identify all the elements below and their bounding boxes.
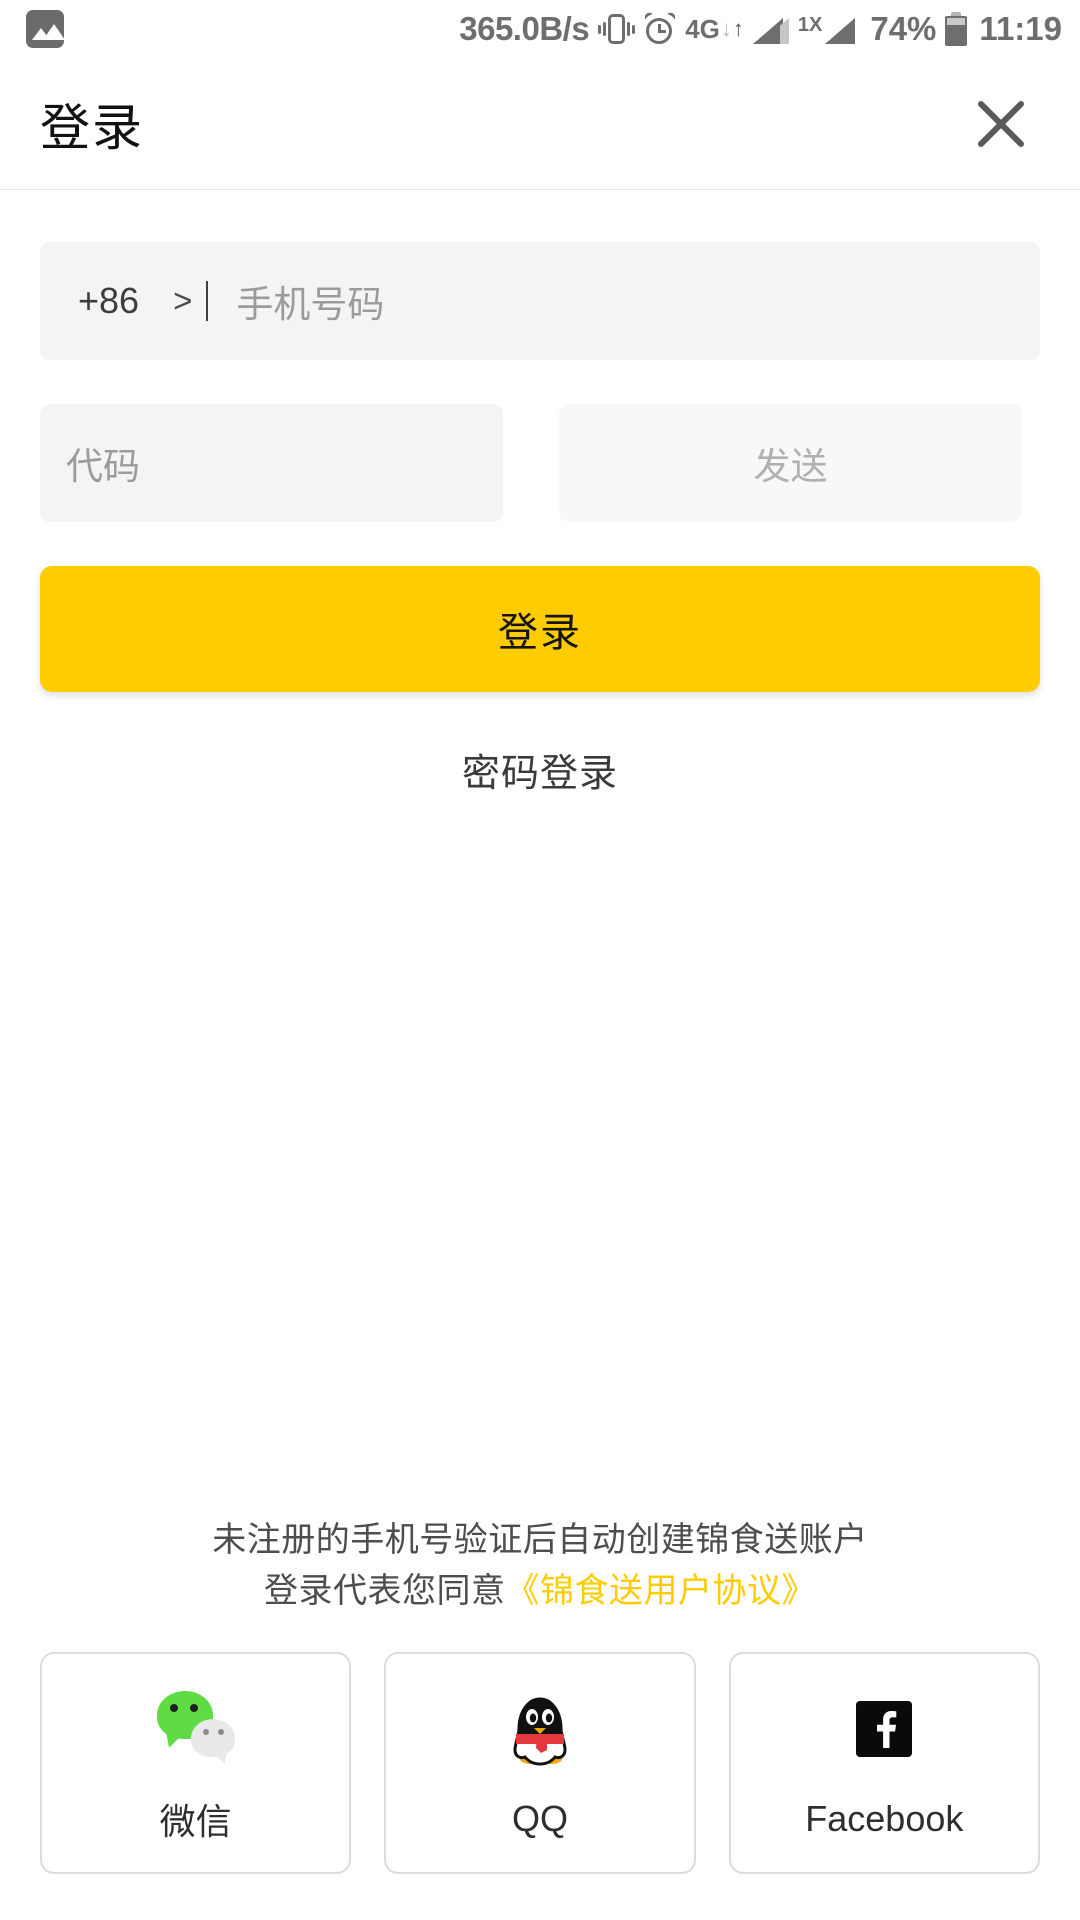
agreement-block: 未注册的手机号验证后自动创建锦食送账户 登录代表您同意《锦食送用户协议》 [40, 1515, 1040, 1618]
password-login-link[interactable]: 密码登录 [40, 742, 1040, 797]
wechat-icon-wrap [156, 1681, 235, 1767]
field-divider [206, 281, 209, 321]
chevron-right-icon[interactable]: > [173, 282, 192, 320]
verification-code-row: 代码 发送 [40, 404, 1040, 522]
social-login-row: 微信 QQ Facebook [40, 1652, 1040, 1874]
send-code-button[interactable]: 发送 [559, 404, 1022, 522]
agreement-prefix: 登录代表您同意 [264, 1572, 506, 1611]
code-field[interactable]: 代码 [40, 404, 503, 522]
data-network-label: 4G [685, 14, 720, 44]
facebook-icon-wrap [856, 1686, 913, 1772]
code-input[interactable]: 代码 [66, 436, 140, 490]
phone-input[interactable]: 手机号码 [236, 274, 384, 328]
agreement-line-2: 登录代表您同意《锦食送用户协议》 [40, 1566, 1040, 1618]
image-icon [26, 10, 64, 48]
facebook-icon [856, 1701, 913, 1757]
social-login-facebook-label: Facebook [805, 1798, 964, 1839]
alarm-icon [643, 10, 678, 45]
battery-icon [945, 12, 968, 46]
signal-1x-label: 1X [797, 14, 823, 36]
social-login-qq[interactable]: QQ [384, 1652, 696, 1874]
status-bar-right: 365.0B/s 4G ↓ ↑ 1X 74% 11:19 [459, 10, 1062, 48]
mobile-data-icon: 4G ↓ ↑ [685, 16, 744, 42]
battery-percent-label: 74% [870, 10, 937, 47]
qq-icon-wrap [507, 1686, 573, 1772]
network-speed-label: 365.0B/s [459, 10, 590, 47]
login-button[interactable]: 登录 [40, 566, 1040, 692]
social-login-qq-label: QQ [511, 1798, 568, 1839]
phone-number-field[interactable]: +86 > 手机号码 [40, 242, 1040, 360]
send-code-label: 发送 [753, 446, 828, 487]
clock-label: 11:19 [979, 10, 1062, 47]
page-title: 登录 [40, 99, 144, 156]
status-bar-left [26, 10, 64, 48]
app-header: 登录 [0, 58, 1080, 190]
data-up-arrow-icon: ↑ [732, 16, 744, 42]
signal-1x-group: 1X [798, 14, 861, 44]
signal-bars-icon [752, 14, 789, 44]
country-code-label[interactable]: +86 [78, 280, 139, 322]
wechat-icon [156, 1691, 235, 1757]
vibrate-icon [598, 14, 636, 44]
social-login-wechat[interactable]: 微信 [40, 1652, 352, 1874]
data-down-arrow-icon: ↓ [720, 16, 732, 42]
login-form: +86 > 手机号码 代码 发送 登录 密码登录 [0, 190, 1080, 797]
close-icon [978, 100, 1024, 147]
social-login-wechat-label: 微信 [159, 1801, 232, 1842]
agreement-line-1: 未注册的手机号验证后自动创建锦食送账户 [212, 1520, 868, 1559]
social-login-facebook[interactable]: Facebook [728, 1652, 1040, 1874]
login-button-label: 登录 [498, 611, 582, 655]
qq-icon [513, 1697, 567, 1766]
close-button[interactable] [966, 89, 1036, 159]
status-bar: 365.0B/s 4G ↓ ↑ 1X 74% 11:19 [0, 0, 1080, 58]
signal-bars-2-icon [825, 14, 861, 44]
footer: 未注册的手机号验证后自动创建锦食送账户 登录代表您同意《锦食送用户协议》 微信 [0, 1515, 1080, 1920]
user-agreement-link[interactable]: 《锦食送用户协议》 [506, 1572, 817, 1610]
